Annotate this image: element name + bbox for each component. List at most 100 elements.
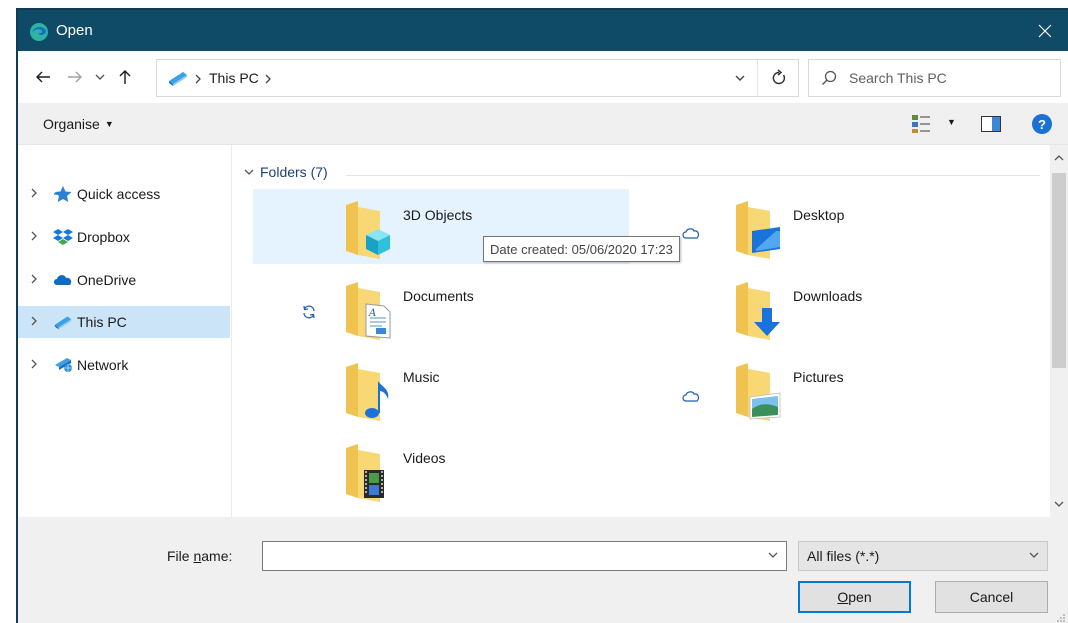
folder-pictures-icon: [736, 363, 781, 421]
folder-music-icon: [346, 363, 389, 421]
divider: [346, 175, 1040, 176]
open-button-accel: O: [837, 589, 849, 605]
folder-3d-objects-icon: [346, 201, 390, 259]
folder-downloads-icon: [736, 282, 780, 340]
nav-item-dropbox[interactable]: Dropbox: [18, 221, 230, 253]
caret-down-icon: ▼: [104, 119, 114, 129]
cloud-icon: [54, 275, 72, 285]
computer-icon: [54, 316, 72, 330]
chevron-right-icon[interactable]: [30, 230, 38, 242]
chevron-down-icon[interactable]: [768, 551, 778, 559]
nav-item-quick-access[interactable]: Quick access: [18, 178, 230, 210]
file-name-combobox[interactable]: [262, 541, 787, 571]
vertical-scrollbar[interactable]: [1050, 145, 1068, 517]
scrollbar-thumb[interactable]: [1052, 173, 1066, 368]
preview-pane-icon[interactable]: [981, 116, 1001, 132]
star-icon: [54, 186, 72, 202]
open-dialog: Open This PC Search This PC Organise ▼ ▼…: [16, 8, 1068, 623]
group-header-folders[interactable]: Folders (7): [244, 164, 328, 180]
back-button[interactable]: [32, 65, 54, 89]
folder-pictures[interactable]: Pictures: [643, 351, 1019, 426]
arrow-left-icon: [36, 71, 50, 83]
navigation-pane: Quick access Dropbox OneDrive This PC Ne…: [18, 145, 232, 517]
nav-label: Network: [77, 357, 129, 373]
chevron-right-icon[interactable]: [30, 187, 38, 199]
open-button[interactable]: Open: [798, 581, 911, 613]
folder-name: Videos: [403, 450, 446, 466]
organise-label: Organise: [43, 116, 100, 132]
nav-label: Dropbox: [77, 229, 130, 245]
nav-item-network[interactable]: Network: [18, 349, 230, 381]
scroll-up-icon[interactable]: [1054, 154, 1064, 162]
file-name-label-prefix: File: [167, 548, 194, 564]
command-bar: Organise ▼ ▼ ?: [18, 103, 1068, 145]
recent-locations-button[interactable]: [92, 65, 108, 89]
dialog-footer: File name: All files (*.*) Open Cancel: [18, 517, 1068, 623]
nav-item-onedrive[interactable]: OneDrive: [18, 264, 230, 296]
chevron-right-icon: [195, 74, 201, 84]
chevron-down-icon: [1029, 552, 1039, 558]
refresh-icon[interactable]: [770, 69, 788, 87]
folder-desktop[interactable]: Desktop: [643, 189, 1019, 264]
chevron-right-icon[interactable]: [30, 315, 38, 327]
chevron-down-icon[interactable]: [734, 70, 746, 86]
folder-name: Downloads: [793, 288, 863, 304]
forward-button[interactable]: [64, 65, 86, 89]
folder-music[interactable]: Music: [253, 351, 629, 426]
chevron-right-icon[interactable]: [30, 358, 38, 370]
tooltip: Date created: 05/06/2020 17:23: [483, 236, 680, 262]
breadcrumb-this-pc[interactable]: This PC: [209, 70, 259, 86]
file-name-label: File name:: [167, 548, 232, 564]
folder-videos[interactable]: Videos: [253, 432, 629, 507]
folder-name: Documents: [403, 288, 474, 304]
address-row: This PC: [18, 51, 1068, 103]
search-box[interactable]: [808, 59, 1061, 97]
dropbox-icon: [53, 229, 73, 245]
open-button-label: pen: [848, 589, 872, 605]
group-header-label: Folders (7): [260, 164, 328, 180]
folder-downloads[interactable]: Downloads: [643, 270, 1019, 345]
close-button[interactable]: [1022, 10, 1068, 51]
folder-name: Pictures: [793, 369, 844, 385]
svg-text:A: A: [368, 308, 376, 319]
nav-item-this-pc[interactable]: This PC: [18, 306, 230, 338]
title-bar: Open: [18, 10, 1068, 51]
arrow-up-icon: [119, 70, 131, 84]
chevron-right-icon[interactable]: [30, 273, 38, 285]
chevron-right-icon[interactable]: [265, 74, 272, 84]
folder-name: Desktop: [793, 207, 845, 223]
address-bar[interactable]: This PC: [156, 59, 799, 97]
file-name-label-suffix: ame:: [201, 548, 233, 564]
chevron-down-icon: [244, 169, 254, 175]
chevron-down-icon: [95, 74, 105, 80]
search-icon: [822, 70, 837, 85]
change-view-icon[interactable]: [911, 114, 931, 134]
folder-name: 3D Objects: [403, 207, 473, 223]
network-icon: [55, 358, 72, 372]
window-title: Open: [56, 22, 93, 39]
arrow-right-icon: [68, 71, 82, 83]
resize-grip-icon[interactable]: [1056, 613, 1066, 623]
nav-label: This PC: [77, 314, 127, 330]
search-input[interactable]: [849, 68, 1049, 88]
file-type-value: All files (*.*): [807, 548, 880, 564]
file-name-input[interactable]: [267, 547, 747, 565]
nav-label: OneDrive: [77, 272, 137, 288]
nav-label: Quick access: [77, 186, 161, 202]
cancel-button[interactable]: Cancel: [935, 581, 1048, 613]
folder-documents-icon: A: [346, 282, 391, 340]
up-button[interactable]: [114, 65, 136, 89]
close-icon: [1038, 24, 1052, 37]
scroll-down-icon[interactable]: [1054, 500, 1064, 508]
file-list: Folders (7) 3D Objects Desktop A Documen…: [232, 145, 1050, 517]
edge-icon: [30, 23, 48, 41]
caret-down-icon[interactable]: ▼: [947, 117, 956, 127]
divider: [757, 60, 758, 96]
sync-icon: [303, 305, 315, 319]
help-icon[interactable]: ?: [1032, 114, 1052, 134]
folder-videos-icon: [346, 444, 384, 502]
organise-button[interactable]: Organise ▼: [43, 116, 114, 132]
computer-icon: [169, 72, 187, 86]
folder-name: Music: [403, 369, 440, 385]
file-type-select[interactable]: All files (*.*): [798, 541, 1048, 571]
